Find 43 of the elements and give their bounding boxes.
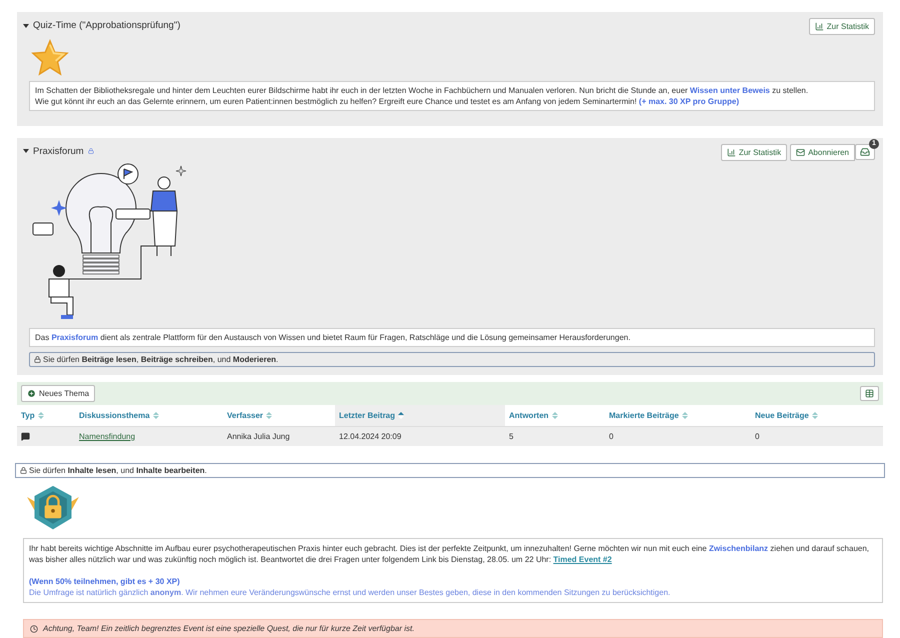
forum-description: Das Praxisforum dient als zentrale Plattform für den Austausch von Wissen und bietet Raum für Fragen, Ratschläge und die Lösung gemeinsamer Herausforderungen.	[29, 328, 875, 347]
statistics-button[interactable]: Zur Statistik	[808, 18, 875, 35]
event-link[interactable]: Timed Event #2	[553, 555, 612, 564]
statistics-button[interactable]: Zur Statistik	[720, 144, 788, 161]
table-icon	[865, 388, 874, 398]
sort-icon	[266, 412, 272, 419]
table-cell: Annika Julia Jung	[227, 432, 290, 441]
table-cell: 0	[609, 432, 614, 441]
subscribe-button[interactable]: Abonnieren	[790, 144, 855, 161]
event-description: Ihr habt bereits wichtige Abschnitte im Aufbau eurer psychotherapeutischen Praxis hinter euch gebracht. Dies ist der perfekte Zeitpunkt, um innezuhalten! Gerne möchten wir nun mit euch eine Zwischenbilanz ziehen und darauf schauen, was bisher alles nützlich war und was zukünftig noch möglich ist. Beantwortet die drei Fragen unter folgendem Link bis Dienstag, 28.05. um 22 Uhr: Timed Event #2 (Wenn 50% teilnehmen, gibt es + 30 XP) Die Umfrage ist natürlich gänzlich anonym. Wir nehmen eure Veränderungswünsche ernst und werden unser Bestes geben, diese in den kommenden Sitzungen zu berücksichtigen.	[23, 538, 883, 603]
sort-ascending-icon	[398, 412, 404, 419]
topic-link[interactable]: Namensfindung	[79, 432, 136, 441]
table-settings-button[interactable]	[860, 386, 879, 401]
sort-icon	[552, 412, 558, 419]
topic-icon	[21, 432, 30, 441]
plus-icon	[27, 388, 36, 398]
caret-icon[interactable]	[23, 148, 29, 154]
star-icon	[31, 39, 69, 77]
lock-icon	[20, 466, 27, 474]
clock-icon	[30, 624, 38, 632]
sort-icon	[812, 412, 818, 419]
table-cell: 5	[509, 432, 514, 441]
lock-icon	[34, 356, 41, 363]
sort-icon	[152, 412, 159, 419]
permission-text: Sie dürfen Beiträge lesen, Beiträge schreiben, und Moderieren.	[43, 354, 278, 364]
panel-title: Praxisforum	[33, 146, 84, 157]
table-cell: 0	[755, 432, 760, 441]
inbox-button[interactable]	[855, 144, 875, 160]
new-topic-button[interactable]: Neues Thema	[21, 384, 96, 402]
quiz-description: Im Schatten der Bibliotheksregale und hinter dem Leuchten eurer Bildschirme habt ihr euch in der letzten Woche in Fachbüchern und Manualen verloren. Nun bricht die Stunde an, euer Wissen unter Beweis zu stellen. Wie gut könnt ihr euch an das Gelernte erinnern, um euren Patient:innen bestmöglich zu helfen? Ergreift eure Chance und testet es am Anfang von jedem Seminartermin! (+ max. 30 XP pro Gruppe)	[29, 81, 875, 111]
mail-icon	[796, 148, 806, 157]
lock-icon	[88, 148, 94, 154]
alert-text: Achtung, Team! Ein zeitlich begrenztes Event ist eine spezielle Quest, die nur für kurze Zeit verfügbar ist.	[43, 624, 414, 633]
table-cell: 12.04.2024 20:09	[339, 432, 402, 441]
column-header[interactable]: Letzter Beitrag	[335, 404, 505, 426]
chart-icon	[814, 22, 824, 31]
sort-icon	[38, 412, 44, 419]
panel-title: Quiz-Time ("Approbationsprüfung")	[33, 20, 180, 31]
permission-text: Sie dürfen Inhalte lesen, und Inhalte bearbeiten.	[29, 466, 207, 475]
inbox-icon	[860, 147, 870, 158]
chart-icon	[726, 148, 736, 157]
caret-icon[interactable]	[23, 22, 29, 28]
sort-icon	[682, 412, 688, 419]
